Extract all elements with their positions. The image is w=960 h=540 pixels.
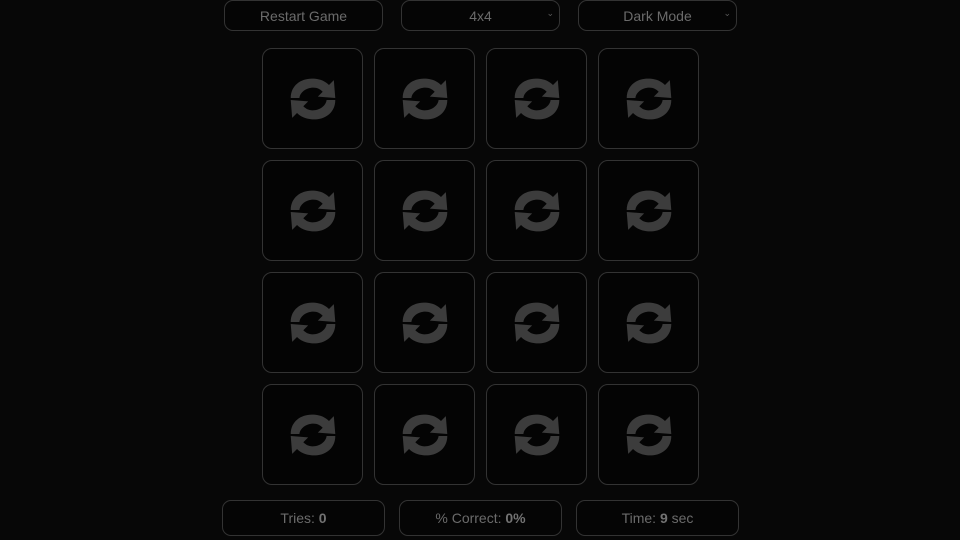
time-value: 9 (659, 510, 668, 526)
game-stage: Restart Game 4x4 ⌄ Dark Mode ⌄ Tries: 0 … (0, 0, 960, 540)
tries-value: 0 (318, 510, 327, 526)
tries-label: Tries: (280, 510, 319, 526)
restart-game-label: Restart Game (259, 7, 348, 24)
card-7[interactable] (486, 160, 587, 261)
card-9[interactable] (262, 272, 363, 373)
swap-arrows-icon (618, 180, 680, 242)
swap-arrows-icon (618, 404, 680, 466)
swap-arrows-icon (506, 180, 568, 242)
card-2[interactable] (374, 48, 475, 149)
chevron-down-icon: ⌄ (546, 8, 554, 18)
swap-arrows-icon (282, 68, 344, 130)
card-10[interactable] (374, 272, 475, 373)
swap-arrows-icon (282, 404, 344, 466)
percent-correct-label: % Correct: (435, 510, 506, 526)
tries-counter: Tries: 0 (222, 500, 385, 536)
card-11[interactable] (486, 272, 587, 373)
card-8[interactable] (598, 160, 699, 261)
swap-arrows-icon (618, 68, 680, 130)
chevron-down-icon: ⌄ (723, 8, 731, 18)
card-16[interactable] (598, 384, 699, 485)
card-12[interactable] (598, 272, 699, 373)
theme-mode-select[interactable]: Dark Mode ⌄ (578, 0, 737, 31)
card-15[interactable] (486, 384, 587, 485)
card-6[interactable] (374, 160, 475, 261)
swap-arrows-icon (394, 404, 456, 466)
swap-arrows-icon (506, 68, 568, 130)
swap-arrows-icon (394, 292, 456, 354)
grid-size-value: 4x4 (469, 7, 492, 24)
swap-arrows-icon (394, 68, 456, 130)
swap-arrows-icon (282, 180, 344, 242)
card-13[interactable] (262, 384, 363, 485)
swap-arrows-icon (282, 292, 344, 354)
percent-correct-counter: % Correct: 0% (399, 500, 562, 536)
card-3[interactable] (486, 48, 587, 149)
card-1[interactable] (262, 48, 363, 149)
card-grid (262, 48, 699, 485)
timer-display: Time: 9 sec (576, 500, 739, 536)
theme-mode-value: Dark Mode (623, 7, 692, 24)
time-label: Time: (621, 510, 660, 526)
card-5[interactable] (262, 160, 363, 261)
card-4[interactable] (598, 48, 699, 149)
card-14[interactable] (374, 384, 475, 485)
swap-arrows-icon (618, 292, 680, 354)
swap-arrows-icon (506, 292, 568, 354)
swap-arrows-icon (506, 404, 568, 466)
time-unit: sec (667, 510, 694, 526)
restart-game-button[interactable]: Restart Game (224, 0, 383, 31)
grid-size-select[interactable]: 4x4 ⌄ (401, 0, 560, 31)
swap-arrows-icon (394, 180, 456, 242)
percent-correct-value: 0% (505, 510, 526, 526)
